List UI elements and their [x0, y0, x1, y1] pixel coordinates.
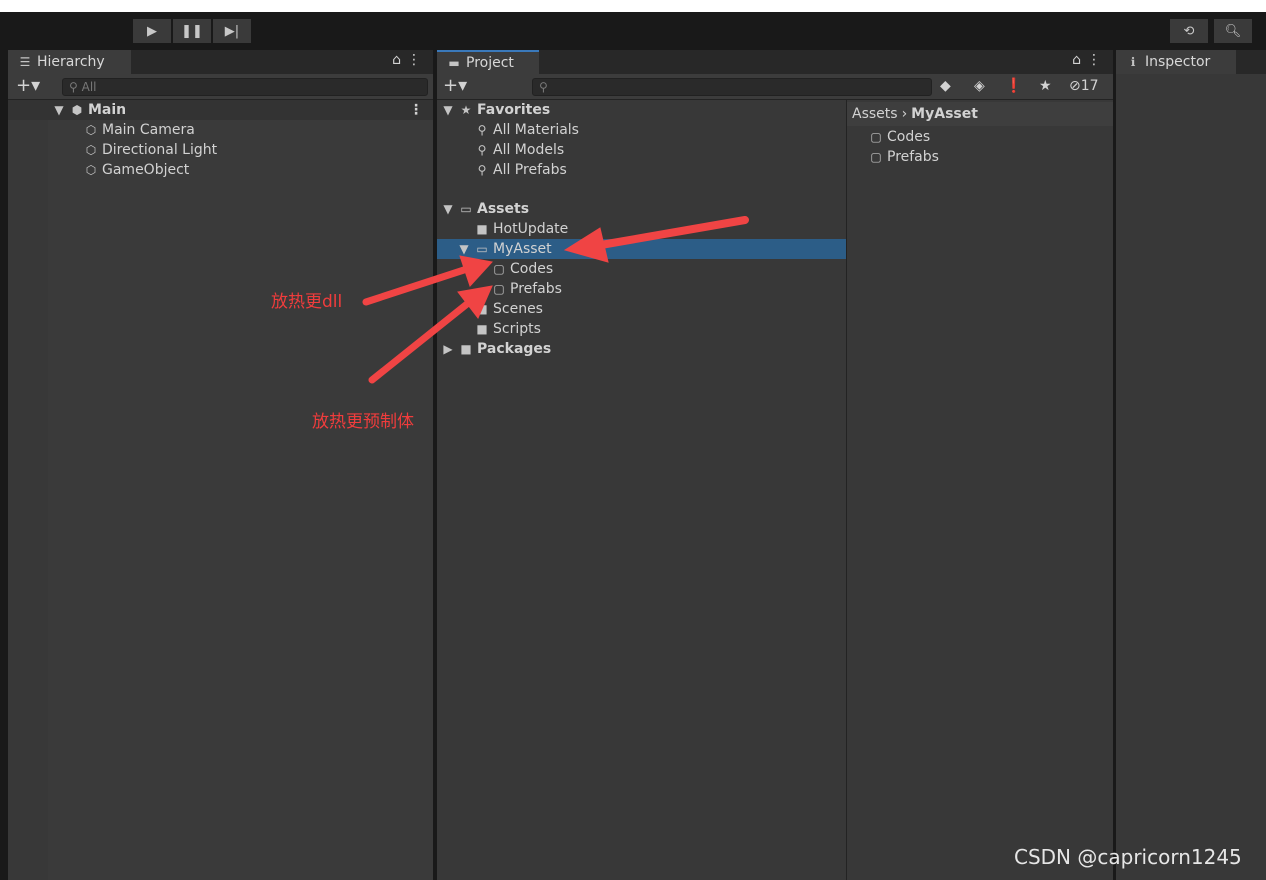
- arrow-head: [563, 227, 609, 263]
- arrow-prefabs: [368, 296, 476, 384]
- arrow-codes: [362, 264, 474, 306]
- annotation-prefab: 放热更预制体: [312, 412, 414, 432]
- arrow-myasset: [591, 216, 749, 250]
- watermark: CSDN @capricorn1245: [1014, 845, 1242, 869]
- arrow-head: [459, 255, 493, 287]
- annotation-dll: 放热更dll: [271, 292, 343, 312]
- annotation-arrows: [362, 216, 749, 384]
- arrow-head: [457, 285, 493, 319]
